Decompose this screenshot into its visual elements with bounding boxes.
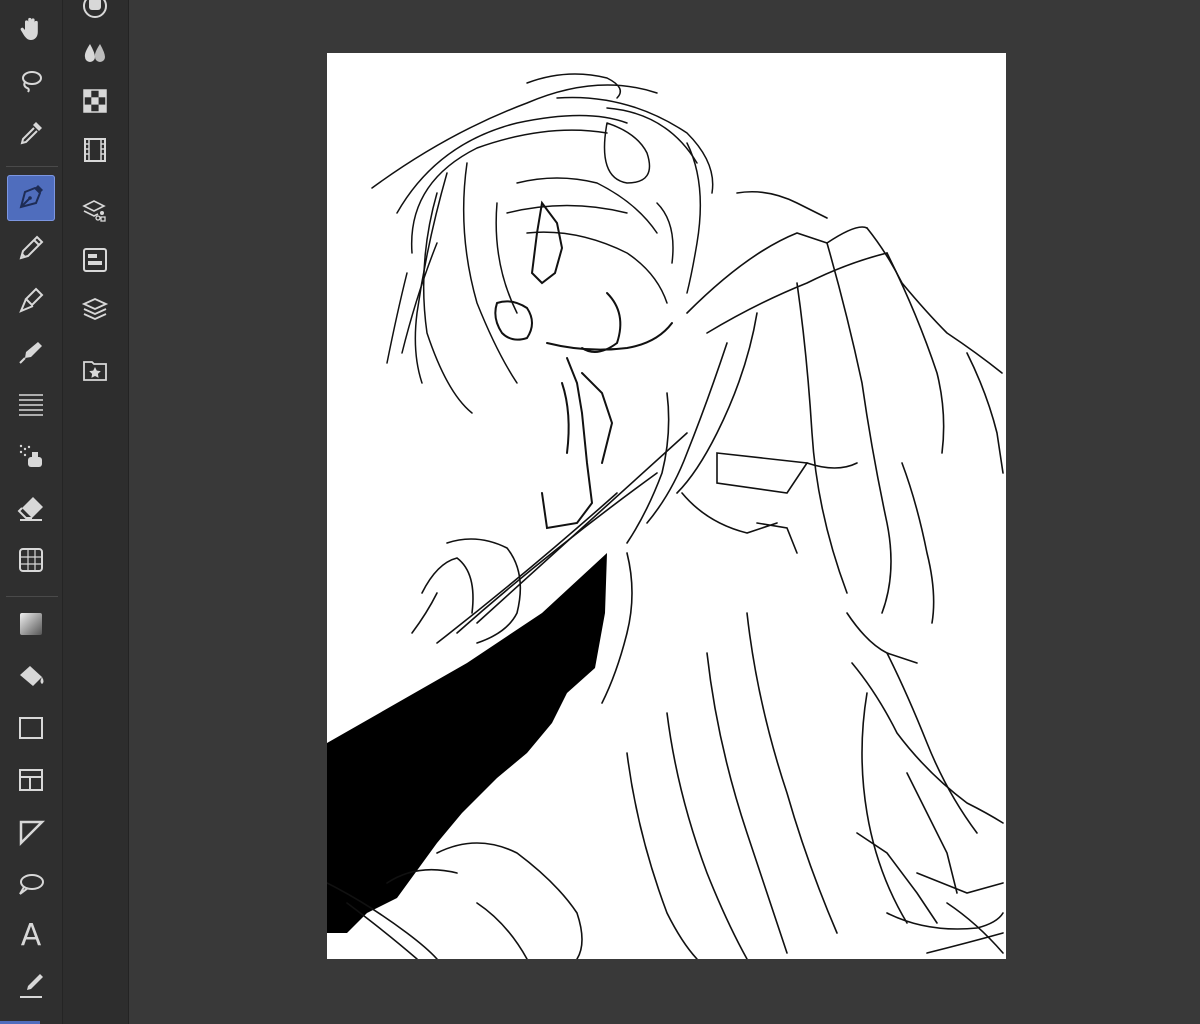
- palette-dock: [63, 0, 129, 1024]
- layer-property-icon: [81, 196, 109, 228]
- color-drops-icon: [81, 38, 109, 70]
- navigator-icon: [81, 246, 109, 278]
- eyedropper-icon: [16, 118, 46, 152]
- layer-property-palette-button[interactable]: [77, 194, 113, 230]
- eraser-tool-button[interactable]: [7, 487, 55, 533]
- blend-tool-button[interactable]: [7, 539, 55, 585]
- decoration-icon: [16, 337, 46, 371]
- speech-balloon-icon: [16, 869, 46, 903]
- lasso-select-tool-button[interactable]: [7, 60, 55, 106]
- rectangle-icon: [16, 713, 46, 747]
- frame-border-tool-button[interactable]: [7, 759, 55, 805]
- brush-tool-button[interactable]: [7, 279, 55, 325]
- paint-bucket-icon: [16, 661, 46, 695]
- figure-tool-button[interactable]: [7, 707, 55, 753]
- gradient-tool-button[interactable]: [7, 603, 55, 649]
- lines-tool-button[interactable]: [7, 383, 55, 429]
- hand-icon: [16, 14, 46, 48]
- color-wheel-palette-button[interactable]: [77, 0, 113, 26]
- color-grid-icon: [81, 87, 109, 119]
- gradient-icon: [16, 609, 46, 643]
- tool-palette: A: [0, 0, 63, 1024]
- correct-line-tool-button[interactable]: [7, 965, 55, 1011]
- hand-tool-button[interactable]: [7, 8, 55, 54]
- layers-palette-button[interactable]: [77, 293, 113, 329]
- text-icon: A: [20, 918, 42, 953]
- materials-palette-button[interactable]: [77, 354, 113, 390]
- color-drops-palette-button[interactable]: [77, 36, 113, 72]
- brush-icon: [16, 285, 46, 319]
- pen-tool-button[interactable]: [7, 175, 55, 221]
- canvas-workspace[interactable]: [129, 0, 1200, 1024]
- eraser-icon: [16, 493, 46, 527]
- blend-icon: [16, 545, 46, 579]
- pen-nib-icon: [16, 181, 46, 215]
- line-art-sketch: [327, 73, 1004, 959]
- film-strip-icon: [81, 136, 109, 168]
- ruler-icon: [16, 817, 46, 851]
- color-set-palette-button[interactable]: [77, 85, 113, 121]
- pencil-icon: [16, 233, 46, 267]
- color-circle-icon: [81, 0, 109, 24]
- text-tool-button[interactable]: A: [7, 913, 55, 959]
- decoration-tool-button[interactable]: [7, 331, 55, 377]
- ruler-tool-button[interactable]: [7, 811, 55, 857]
- toolbar-divider: [6, 166, 58, 167]
- airbrush-tool-button[interactable]: [7, 435, 55, 481]
- correct-line-icon: [16, 971, 46, 1005]
- navigator-palette-button[interactable]: [77, 244, 113, 280]
- timeline-palette-button[interactable]: [77, 134, 113, 170]
- balloon-tool-button[interactable]: [7, 863, 55, 909]
- toolbar-divider: [6, 596, 58, 597]
- star-folder-icon: [81, 356, 109, 388]
- fill-tool-button[interactable]: [7, 655, 55, 701]
- lines-icon: [16, 389, 46, 423]
- eyedropper-tool-button[interactable]: [7, 112, 55, 158]
- layers-icon: [81, 295, 109, 327]
- frame-border-icon: [16, 765, 46, 799]
- pencil-tool-button[interactable]: [7, 227, 55, 273]
- lasso-icon: [16, 66, 46, 100]
- drawing-canvas[interactable]: [327, 53, 1006, 959]
- airbrush-icon: [16, 441, 46, 475]
- drawing-app-window: A: [0, 0, 1200, 1024]
